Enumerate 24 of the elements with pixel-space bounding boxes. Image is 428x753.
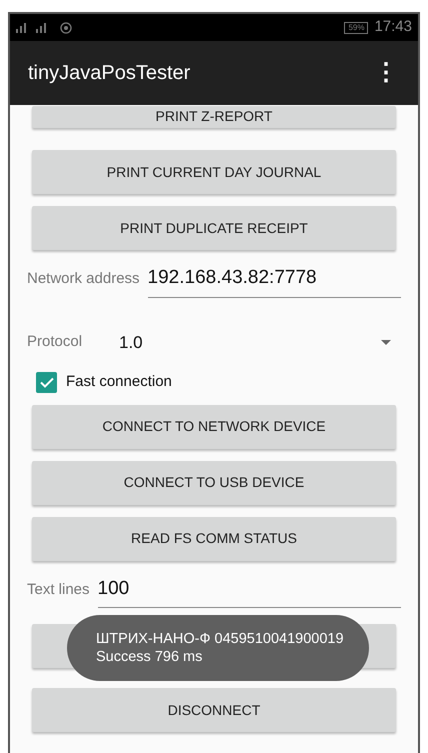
overflow-menu-button[interactable]: ⋮: [372, 55, 400, 91]
input-field[interactable]: 192.168.43.82:7778: [148, 264, 401, 298]
action-button[interactable]: READ FS COMM STATUS: [32, 516, 396, 560]
toast-text: ШТРИХ-НАНО-Ф 0459510041900019: [96, 630, 345, 648]
action-button[interactable]: CONNECT TO NETWORK DEVICE: [32, 404, 396, 448]
dropdown-caret-icon: [381, 340, 391, 345]
app-title: tinyJavaPosTester: [28, 61, 190, 86]
input-field[interactable]: 100: [98, 574, 401, 608]
field-label: Text lines: [27, 580, 90, 600]
checkmark-icon: [40, 377, 54, 388]
toast-text: Success 796 ms: [96, 648, 204, 666]
checkbox-label: Fast connection: [66, 372, 172, 392]
action-button[interactable]: CONNECT TO USB DEVICE: [32, 460, 396, 504]
protocol-dropdown[interactable]: 1.0: [119, 330, 401, 356]
field-label: Network address: [27, 269, 140, 289]
checkbox[interactable]: [36, 372, 57, 393]
clock-time: 17:43: [374, 17, 412, 38]
battery-indicator: 59%: [344, 22, 368, 34]
action-button[interactable]: PRINT Z-REPORT: [32, 106, 396, 128]
action-button[interactable]: PRINT DUPLICATE RECEIPT: [32, 206, 396, 250]
action-button[interactable]: PRINT CURRENT DAY JOURNAL: [32, 150, 396, 194]
wifi-icon: [60, 22, 72, 34]
field-label: Protocol: [27, 332, 84, 352]
action-button[interactable]: DISCONNECT: [32, 688, 396, 732]
